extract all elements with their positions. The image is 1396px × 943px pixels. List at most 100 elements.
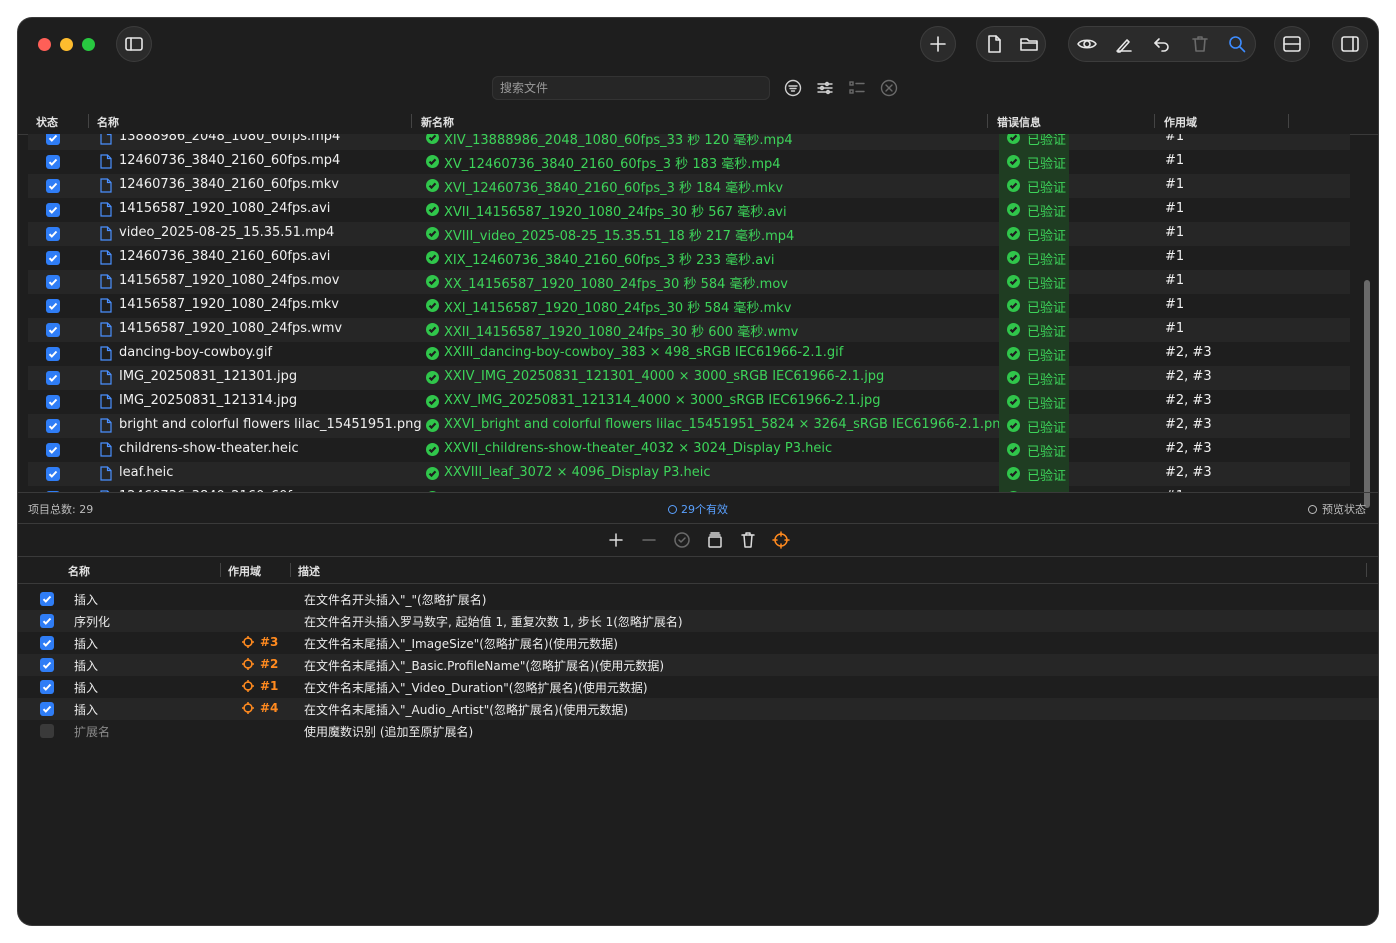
row-checkbox[interactable] [46, 179, 60, 193]
col-name[interactable]: 名称 [97, 114, 119, 130]
table-row[interactable]: bright and colorful flowers lilac_154519… [28, 414, 1350, 438]
verified-icon [1007, 347, 1020, 360]
remove-rule-button[interactable] [635, 528, 663, 552]
rules-col-scope[interactable]: 作用域 [228, 563, 261, 579]
rules-col-desc[interactable]: 描述 [298, 563, 320, 579]
row-checkbox[interactable] [46, 467, 60, 481]
table-row[interactable]: 13888986_2048_1080_60fps.mp4 XIV_13888986… [28, 134, 1350, 150]
row-checkbox[interactable] [46, 275, 60, 289]
undo-button[interactable] [1150, 32, 1174, 56]
file-icon [100, 154, 112, 169]
rule-checkbox[interactable] [40, 592, 54, 606]
new-file-name: XXVI_bright and colorful flowers lilac_1… [444, 417, 1009, 432]
col-error[interactable]: 错误信息 [997, 114, 1041, 130]
duplicate-rule-button[interactable] [701, 528, 729, 552]
files-scrollbar[interactable] [1364, 280, 1370, 508]
rule-row[interactable]: 插入 #3 在文件名末尾插入"_ImageSize"(忽略扩展名)(使用元数据) [18, 632, 1378, 654]
rule-checkbox[interactable] [40, 724, 54, 738]
file-icon [100, 346, 112, 361]
table-row[interactable]: 12460736_3840_2160_60fps.mp4 XV_12460736_… [28, 150, 1350, 174]
checkmark-icon [42, 595, 52, 603]
preview-status-label: 预览状态 [1322, 503, 1366, 516]
row-checkbox[interactable] [46, 323, 60, 337]
table-row[interactable]: 12460736_3840_2160_60fps.mkv XVI_12460736… [28, 174, 1350, 198]
row-checkbox[interactable] [46, 395, 60, 409]
search-button[interactable] [1225, 32, 1249, 56]
table-row[interactable]: 14156587_1920_1080_24fps.wmv XXII_1415658… [28, 318, 1350, 342]
checkmark-icon [48, 158, 58, 166]
adjust-button[interactable] [814, 77, 836, 99]
rule-row[interactable]: 序列化 在文件名开头插入罗马数字, 起始值 1, 重复次数 1, 步长 1(忽略扩… [18, 610, 1378, 632]
sidebar-toggle-button[interactable] [122, 32, 146, 56]
table-row[interactable]: childrens-show-theater.heic XXVII_childre… [28, 438, 1350, 462]
table-row[interactable]: IMG_20250831_121314.jpg XXV_IMG_20250831_… [28, 390, 1350, 414]
minimize-window-button[interactable] [60, 38, 73, 51]
col-status[interactable]: 状态 [36, 114, 58, 130]
row-checkbox[interactable] [46, 347, 60, 361]
status-text: 已验证 [1027, 469, 1067, 484]
table-row[interactable]: leaf.heic XXVIII_leaf_3072 × 4096_Display… [28, 462, 1350, 486]
preview-status-button[interactable]: 预览状态 [1308, 501, 1366, 517]
rule-name: 扩展名 [74, 725, 111, 739]
file-icon [100, 178, 112, 193]
row-checkbox[interactable] [46, 419, 60, 433]
rule-row[interactable]: 插入 #2 在文件名末尾插入"_Basic.ProfileName"(忽略扩展名)(… [18, 654, 1378, 676]
table-row[interactable]: 14156587_1920_1080_24fps.avi XVII_1415658… [28, 198, 1350, 222]
row-checkbox[interactable] [46, 299, 60, 313]
table-row[interactable]: 14156587_1920_1080_24fps.mkv XXI_14156587… [28, 294, 1350, 318]
add-folder-button[interactable] [1017, 32, 1041, 56]
row-checkbox[interactable] [46, 443, 60, 457]
row-checkbox[interactable] [46, 155, 60, 169]
clear-filter-button[interactable] [878, 77, 900, 99]
files-table: 13888986_2048_1080_60fps.mp4 XIV_13888986… [18, 134, 1358, 492]
add-file-button[interactable] [982, 32, 1006, 56]
file-icon [100, 394, 112, 409]
row-checkbox[interactable] [46, 227, 60, 241]
zoom-window-button[interactable] [82, 38, 95, 51]
status-text: 已验证 [1027, 349, 1067, 364]
verified-icon [1007, 251, 1020, 264]
search-input[interactable]: 搜索文件 [492, 76, 770, 100]
table-row[interactable]: 12460736_3840_2160_60fps.avi XIX_12460736… [28, 246, 1350, 270]
rule-checkbox[interactable] [40, 614, 54, 628]
rule-row[interactable]: 插入 #1 在文件名末尾插入"_Video_Duration"(忽略扩展名)(使用元… [18, 676, 1378, 698]
scope-rule-button[interactable] [767, 528, 795, 552]
toggle-rule-button[interactable] [668, 528, 696, 552]
rule-row[interactable]: 扩展名 使用魔数识别 (追加至原扩展名) [18, 720, 1378, 742]
delete-button[interactable] [1188, 32, 1212, 56]
row-checkbox[interactable] [46, 371, 60, 385]
rule-description: 在文件名开头插入罗马数字, 起始值 1, 重复次数 1, 步长 1(忽略扩展名) [304, 615, 683, 629]
file-name: dancing-boy-cowboy.gif [119, 345, 273, 360]
sliders-icon [817, 81, 833, 95]
split-view-button[interactable] [1280, 32, 1304, 56]
rule-checkbox[interactable] [40, 680, 54, 694]
row-checkbox[interactable] [46, 134, 60, 145]
rule-checkbox[interactable] [40, 658, 54, 672]
table-row[interactable]: dancing-boy-cowboy.gif XXIII_dancing-boy-… [28, 342, 1350, 366]
table-row[interactable]: IMG_20250831_121301.jpg XXIV_IMG_20250831… [28, 366, 1350, 390]
row-checkbox[interactable] [46, 203, 60, 217]
file-name: IMG_20250831_121301.jpg [119, 369, 298, 384]
delete-rule-button[interactable] [734, 528, 762, 552]
table-row[interactable]: 14156587_1920_1080_24fps.mov XX_14156587_… [28, 270, 1350, 294]
rule-checkbox[interactable] [40, 702, 54, 716]
scope-text: #1 [1165, 249, 1185, 264]
new-file-name: XXI_14156587_1920_1080_24fps_30 秒 584 毫秒… [444, 301, 792, 316]
file-name: 13888986_2048_1080_60fps.mp4 [119, 134, 341, 144]
rule-checkbox[interactable] [40, 636, 54, 650]
rules-col-name[interactable]: 名称 [68, 563, 90, 579]
list-button[interactable] [846, 77, 868, 99]
table-row[interactable]: video_2025-08-25_15.35.51.mp4 XVIII_video… [28, 222, 1350, 246]
close-window-button[interactable] [38, 38, 51, 51]
add-rule-button[interactable] [602, 528, 630, 552]
col-scope[interactable]: 作用域 [1164, 114, 1197, 130]
row-checkbox[interactable] [46, 251, 60, 265]
rule-row[interactable]: 插入 在文件名开头插入"_"(忽略扩展名) [18, 588, 1378, 610]
rule-row[interactable]: 插入 #4 在文件名末尾插入"_Audio_Artist"(忽略扩展名)(使用元数据… [18, 698, 1378, 720]
add-button[interactable] [926, 32, 950, 56]
rename-button[interactable] [1112, 32, 1136, 56]
col-newname[interactable]: 新名称 [421, 114, 454, 130]
inspector-toggle-button[interactable] [1338, 32, 1362, 56]
filter-button[interactable] [782, 77, 804, 99]
preview-button[interactable] [1075, 32, 1099, 56]
